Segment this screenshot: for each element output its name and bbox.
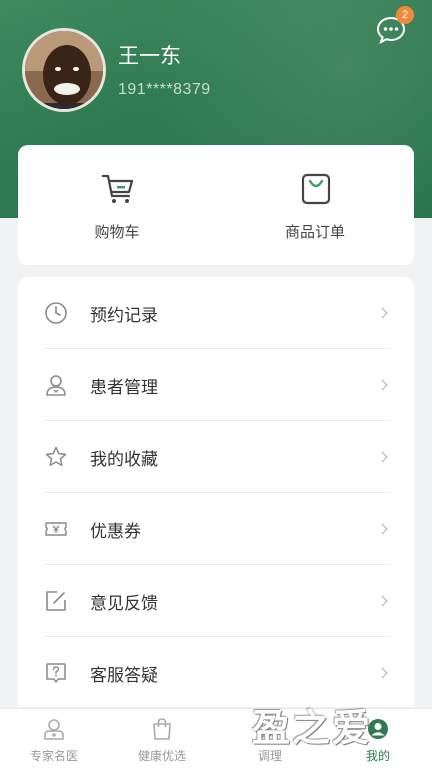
menu-item-feedback[interactable]: 意见反馈	[18, 565, 414, 637]
menu-label: 我的收藏	[90, 450, 158, 470]
tab-label: 专家名医	[29, 749, 78, 763]
user-icon	[368, 719, 388, 739]
quick-label-cart: 购物车	[94, 223, 140, 241]
quick-actions-card: 购物车 商品订单	[18, 145, 414, 265]
menu-item-favorites[interactable]: 我的收藏	[18, 421, 414, 493]
user-name: 王一东	[118, 44, 181, 68]
tab-label: 我的	[365, 749, 390, 763]
bag-icon	[301, 173, 331, 205]
menu-label: 意见反馈	[90, 594, 158, 614]
tab-label: 健康优选	[137, 749, 186, 763]
leaf-icon	[261, 720, 279, 738]
chevron-right-icon	[381, 595, 389, 607]
chevron-right-icon	[381, 307, 389, 319]
chevron-right-icon	[381, 379, 389, 391]
person-icon	[46, 375, 66, 396]
message-badge: 2	[396, 6, 414, 24]
menu-label: 优惠券	[90, 522, 141, 542]
bag-icon	[153, 718, 171, 740]
menu-item-appointments[interactable]: 预约记录	[18, 277, 414, 349]
bottom-tab-bar: 专家名医 健康优选 调理 我的	[0, 708, 432, 768]
chevron-right-icon	[381, 451, 389, 463]
chevron-right-icon	[381, 523, 389, 535]
tab-mine[interactable]: 我的	[324, 709, 432, 768]
menu-item-support[interactable]: 客服答疑	[18, 637, 414, 707]
clock-icon	[45, 302, 67, 324]
cart-icon	[101, 174, 134, 203]
tab-experts[interactable]: 专家名医	[0, 709, 108, 768]
user-phone: 191****8379	[118, 81, 211, 98]
tab-conditioning[interactable]: 调理	[216, 709, 324, 768]
edit-icon	[46, 591, 66, 611]
menu-label: 预约记录	[90, 306, 158, 326]
quick-label-orders: 商品订单	[284, 223, 345, 241]
coupon-icon	[45, 522, 67, 536]
menu-item-patients[interactable]: 患者管理	[18, 349, 414, 421]
chevron-right-icon	[381, 667, 389, 679]
star-icon	[45, 446, 67, 467]
question-icon	[46, 663, 66, 683]
quick-item-orders[interactable]: 商品订单	[216, 145, 414, 265]
menu-label: 客服答疑	[90, 666, 158, 686]
tab-label: 调理	[257, 749, 282, 763]
menu-label: 患者管理	[90, 378, 158, 398]
avatar[interactable]	[22, 28, 106, 112]
quick-item-cart[interactable]: 购物车	[18, 145, 216, 265]
menu-list: 预约记录 患者管理 我的收藏 优惠券 意见反馈 客服答疑	[18, 277, 414, 707]
menu-item-coupons[interactable]: 优惠券	[18, 493, 414, 565]
doctor-icon	[44, 719, 64, 740]
tab-health-select[interactable]: 健康优选	[108, 709, 216, 768]
